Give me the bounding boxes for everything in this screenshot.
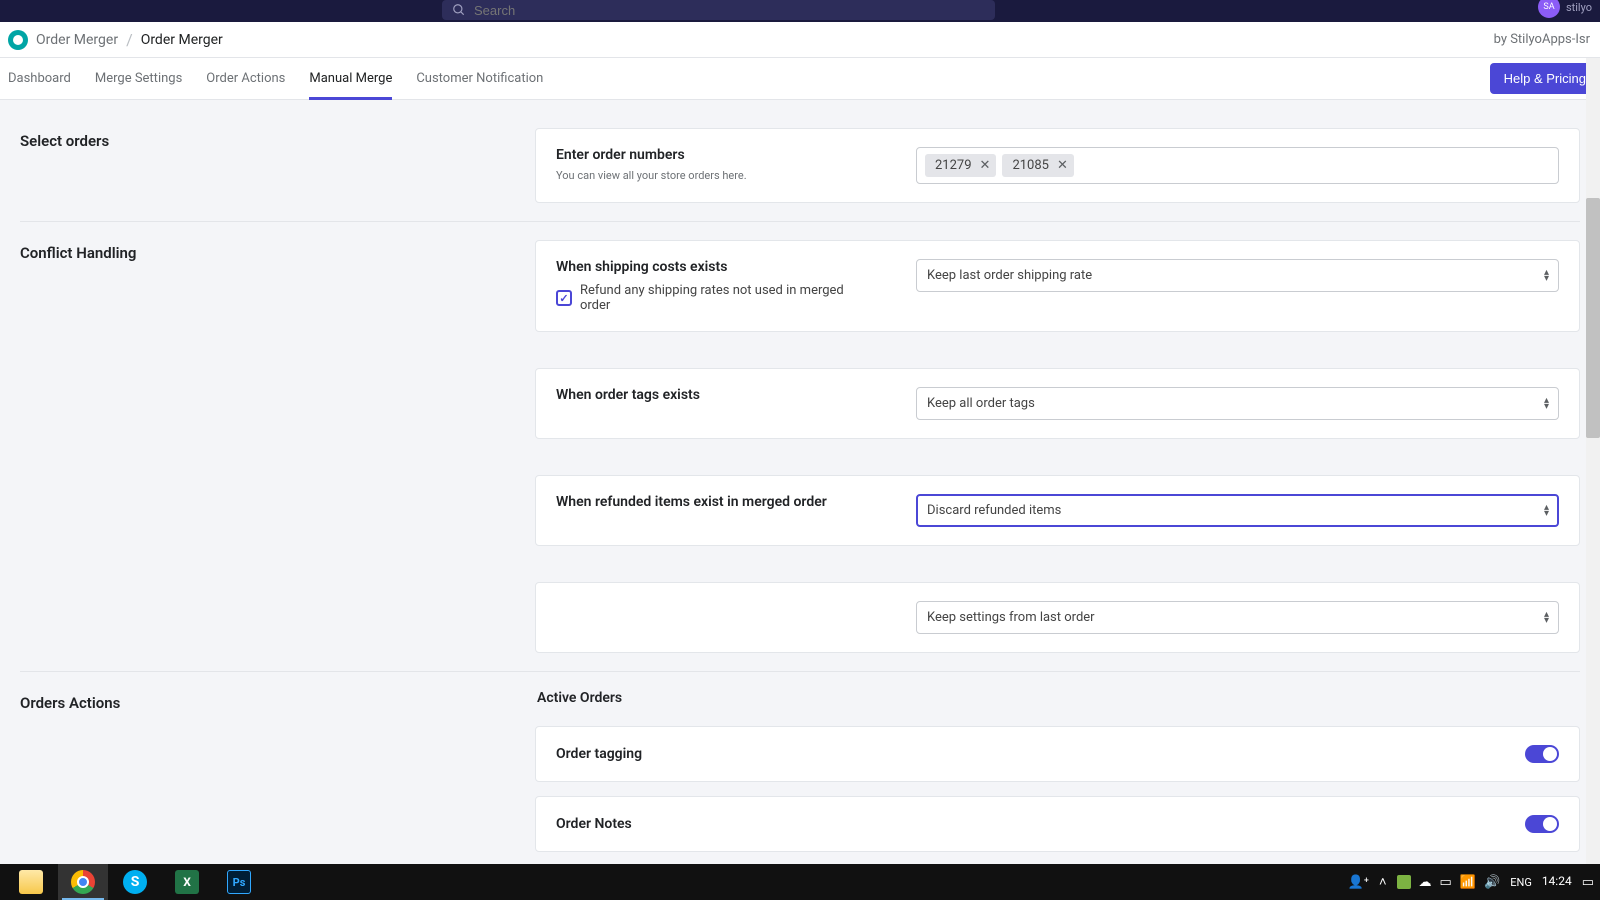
breadcrumb-bar: Order Merger / Order Merger by StilyoApp… <box>0 22 1600 58</box>
help-pricing-button[interactable]: Help & Pricing <box>1490 63 1600 94</box>
order-tag-label: 21279 <box>935 158 972 173</box>
tray-chevron-up-icon[interactable]: ˄ <box>1379 874 1387 890</box>
section-orders-actions: Orders Actions Active Orders Order taggi… <box>20 672 1580 864</box>
shipping-rate-select[interactable]: Keep last order shipping rate <box>916 259 1559 292</box>
remove-tag-icon[interactable]: ✕ <box>980 159 991 172</box>
tab-manual-merge[interactable]: Manual Merge <box>309 58 392 99</box>
section-conflict-handling: Conflict Handling When shipping costs ex… <box>20 222 1580 672</box>
refund-shipping-checkbox[interactable] <box>556 290 572 306</box>
breadcrumb-app[interactable]: Order Merger <box>36 32 118 48</box>
order-tag: 21279 ✕ <box>925 154 996 177</box>
scrollbar[interactable] <box>1586 58 1600 864</box>
tray-language[interactable]: ENG <box>1510 876 1532 889</box>
taskbar-chrome[interactable] <box>58 864 108 900</box>
tab-order-actions[interactable]: Order Actions <box>206 58 285 99</box>
card-shipping-costs: When shipping costs exists Refund any sh… <box>535 240 1580 332</box>
order-tag-label: 21085 <box>1012 158 1049 173</box>
tab-dashboard[interactable]: Dashboard <box>8 58 71 99</box>
card-order-tagging: Order tagging <box>535 726 1580 782</box>
avatar: SA <box>1538 0 1560 18</box>
tray-battery-icon[interactable]: ▭ <box>1440 875 1452 890</box>
order-tag: 21085 ✕ <box>1002 154 1073 177</box>
card-enter-order-numbers: Enter order numbers You can view all you… <box>535 128 1580 203</box>
order-numbers-input[interactable]: 21279 ✕ 21085 ✕ <box>916 147 1559 184</box>
card-title-shipping: When shipping costs exists <box>556 259 876 275</box>
keep-settings-select[interactable]: Keep settings from last order <box>916 601 1559 634</box>
card-keep-settings: Keep settings from last order ▴▾ <box>535 582 1580 653</box>
content: Select orders Enter order numbers You ca… <box>0 100 1600 864</box>
section-label-conflict: Conflict Handling <box>20 240 535 653</box>
app-icon <box>8 30 28 50</box>
card-order-tags: When order tags exists Keep all order ta… <box>535 368 1580 439</box>
breadcrumb-separator: / <box>126 30 133 49</box>
top-right-user[interactable]: SA stilyo <box>1538 0 1592 18</box>
search-icon <box>452 3 466 17</box>
section-select-orders: Select orders Enter order numbers You ca… <box>20 110 1580 222</box>
shopify-top-bar: SA stilyo <box>0 0 1600 22</box>
search-input[interactable] <box>474 3 985 18</box>
toggle-order-tagging[interactable] <box>1525 745 1559 763</box>
breadcrumb-page: Order Merger <box>141 32 223 48</box>
toggle-label-order-notes: Order Notes <box>556 816 632 832</box>
windows-taskbar: S X Ps 👤⁺ ˄ ☁ ▭ 📶 🔊 ENG 14:24 ▭ <box>0 864 1600 900</box>
tray-people-icon[interactable]: 👤⁺ <box>1348 875 1369 890</box>
global-search[interactable] <box>442 0 995 20</box>
card-title-enter-orders: Enter order numbers <box>556 147 876 163</box>
taskbar-excel[interactable]: X <box>162 864 212 900</box>
section-label-select-orders: Select orders <box>20 128 535 203</box>
tabs-bar: Dashboard Merge Settings Order Actions M… <box>0 58 1600 100</box>
tray-volume-icon[interactable]: 🔊 <box>1484 875 1500 890</box>
section-label-orders-actions: Orders Actions <box>20 690 535 852</box>
scrollbar-thumb[interactable] <box>1586 198 1600 438</box>
remove-tag-icon[interactable]: ✕ <box>1057 159 1068 172</box>
toggle-label-order-tagging: Order tagging <box>556 746 642 762</box>
active-orders-title: Active Orders <box>537 690 1580 706</box>
tray-notifications-icon[interactable]: ▭ <box>1582 875 1594 890</box>
toggle-order-notes[interactable] <box>1525 815 1559 833</box>
tray-app-icon[interactable] <box>1397 875 1411 889</box>
card-title-refunded: When refunded items exist in merged orde… <box>556 494 827 510</box>
tabs: Dashboard Merge Settings Order Actions M… <box>8 58 543 99</box>
tray-wifi-icon[interactable]: 📶 <box>1460 875 1476 890</box>
card-title-tags: When order tags exists <box>556 387 700 403</box>
tray-onedrive-icon[interactable]: ☁ <box>1419 875 1432 890</box>
card-hint-enter-orders: You can view all your store orders here. <box>556 169 876 182</box>
taskbar-skype[interactable]: S <box>110 864 160 900</box>
taskbar-photoshop[interactable]: Ps <box>214 864 264 900</box>
card-order-notes: Order Notes <box>535 796 1580 852</box>
refund-shipping-label: Refund any shipping rates not used in me… <box>580 283 876 313</box>
tab-customer-notification[interactable]: Customer Notification <box>416 58 543 99</box>
avatar-name: stilyo <box>1566 1 1592 14</box>
refunded-items-select[interactable]: Discard refunded items <box>916 494 1559 527</box>
tab-merge-settings[interactable]: Merge Settings <box>95 58 182 99</box>
tray-clock[interactable]: 14:24 <box>1542 875 1572 888</box>
order-tags-select[interactable]: Keep all order tags <box>916 387 1559 420</box>
taskbar-file-explorer[interactable] <box>6 864 56 900</box>
vendor-label: by StilyoApps-Isr <box>1494 32 1592 47</box>
card-refunded-items: When refunded items exist in merged orde… <box>535 475 1580 546</box>
